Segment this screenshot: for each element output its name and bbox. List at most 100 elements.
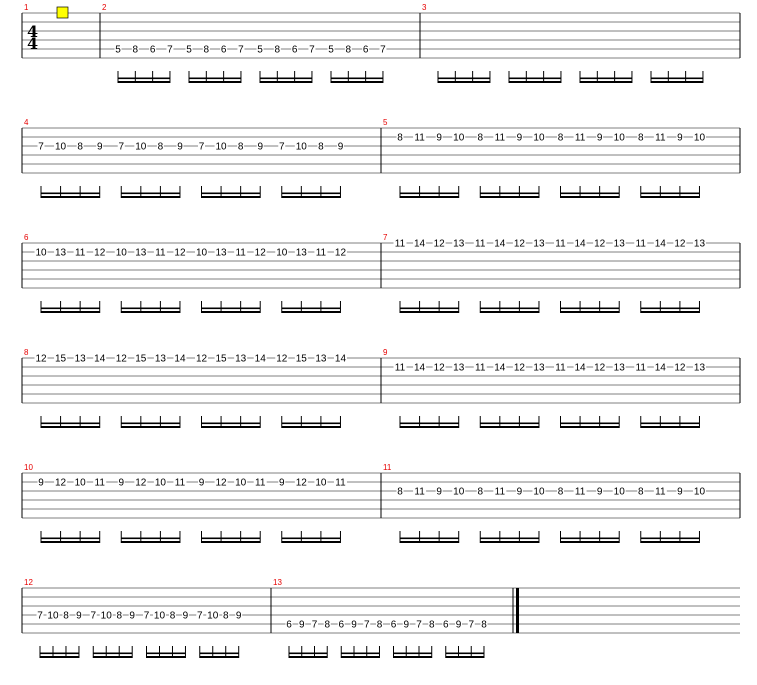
fret-number: 9 — [38, 478, 44, 489]
beam — [480, 311, 539, 313]
fret-number: 9 — [97, 142, 103, 153]
fret-number: 9 — [517, 487, 523, 498]
fret-number: 10 — [276, 248, 288, 259]
beam — [41, 196, 100, 198]
fret-number: 13 — [155, 354, 167, 365]
beam — [560, 196, 620, 198]
beam — [40, 652, 79, 655]
fret-number: 5 — [115, 45, 121, 56]
fret-number: 7 — [380, 45, 386, 56]
fret-number: 12 — [514, 239, 526, 250]
fret-number: 10 — [235, 478, 247, 489]
final-barline-thick — [516, 588, 519, 633]
fret-number: 12 — [174, 248, 186, 259]
fret-number: 8 — [324, 620, 330, 631]
fret-number: 12 — [94, 248, 106, 259]
fret-number: 6 — [577, 0, 583, 3]
fret-number: 8 — [133, 45, 139, 56]
fret-number: 9 — [436, 487, 442, 498]
fret-number: 14 — [575, 239, 587, 250]
beam — [189, 77, 241, 80]
beam — [400, 422, 459, 425]
fret-number: 8 — [397, 133, 403, 144]
fret-number: 6 — [221, 45, 227, 56]
beam — [393, 656, 432, 658]
fret-number: 10 — [155, 478, 167, 489]
fret-number: 12 — [674, 363, 686, 374]
fret-number: 10 — [453, 133, 465, 144]
fret-number: 11 — [555, 363, 566, 374]
fret-number: 13 — [533, 363, 545, 374]
fret-number: 9 — [666, 0, 672, 3]
measure-number: 1 — [24, 3, 29, 12]
fret-number: 9 — [183, 611, 189, 622]
beam — [146, 652, 186, 655]
fret-number: 10 — [694, 133, 706, 144]
beam — [121, 537, 180, 540]
fret-number: 13 — [533, 239, 545, 250]
fret-number: 9 — [403, 620, 409, 631]
tab-system: 109 12 10 11 9 12 10 11 9 12 10 11 9 12 10 11118 11 9 10 8 1… — [21, 463, 741, 543]
fret-number: 9 — [76, 611, 82, 622]
fret-number: 8 — [77, 142, 83, 153]
tab-system: 127 10 8 9 7 10 8 9 7 10 8 9 7 10 8 9136 9 7 8 6 9 7 8 6 9 7 8 6 9 7 8 — [21, 578, 740, 658]
fret-number: 11 — [175, 478, 186, 489]
fret-number: 5 — [257, 45, 263, 56]
fret-number: 9 — [257, 142, 263, 153]
fret-number: 8 — [558, 133, 564, 144]
fret-number: 9 — [517, 133, 523, 144]
fret-number: 7 — [364, 620, 370, 631]
fret-number: 11 — [235, 248, 246, 259]
fret-number: 6 — [286, 620, 292, 631]
fret-number: 11 — [475, 239, 486, 250]
fret-number: 13 — [75, 354, 87, 365]
fret-number: 9 — [677, 133, 683, 144]
beam — [201, 192, 261, 195]
fret-number: 11 — [495, 133, 506, 144]
beam — [480, 537, 539, 540]
beam — [640, 307, 700, 310]
beam — [480, 196, 539, 198]
beam — [640, 426, 700, 428]
beam — [289, 656, 328, 658]
beam — [289, 652, 328, 655]
beam — [121, 541, 180, 543]
beam — [400, 311, 459, 313]
fret-number: 10 — [315, 478, 327, 489]
fret-number: 13 — [235, 354, 247, 365]
tab-system: 8 12 15 13 14 12 15 13 14 12 15 13 14 12 15 13 14 9 11 14 12… — [21, 348, 741, 428]
measure-number: 10 — [24, 463, 33, 472]
fret-number: 11 — [555, 239, 566, 250]
fret-number: 10 — [533, 487, 545, 498]
fret-number: 8 — [204, 45, 210, 56]
fret-number: 7 — [197, 611, 203, 622]
beam — [41, 541, 100, 543]
fret-number: 7 — [167, 45, 173, 56]
beam — [480, 541, 539, 543]
beam — [438, 81, 490, 83]
fret-number: 9 — [118, 478, 124, 489]
fret-number: 12 — [35, 354, 47, 365]
beam — [121, 311, 180, 313]
beam — [651, 81, 703, 83]
beam — [121, 192, 180, 195]
beam — [189, 81, 241, 83]
beam — [400, 192, 459, 195]
measure-number: 5 — [383, 118, 388, 127]
fret-number: 12 — [335, 248, 347, 259]
beam — [281, 307, 341, 310]
cursor-box-icon[interactable] — [56, 6, 69, 19]
fret-number: 11 — [395, 363, 406, 374]
fret-number: 10 — [55, 142, 67, 153]
fret-number: 9 — [351, 620, 357, 631]
fret-number: 8 — [158, 142, 164, 153]
fret-number: 8 — [275, 45, 281, 56]
time-signature-bottom: 4 — [27, 34, 38, 53]
beam — [580, 81, 632, 83]
fret-number: 13 — [694, 363, 706, 374]
beam — [121, 422, 180, 425]
beam — [281, 196, 341, 198]
beam — [341, 652, 380, 655]
beam — [400, 537, 459, 540]
beam — [281, 426, 341, 428]
